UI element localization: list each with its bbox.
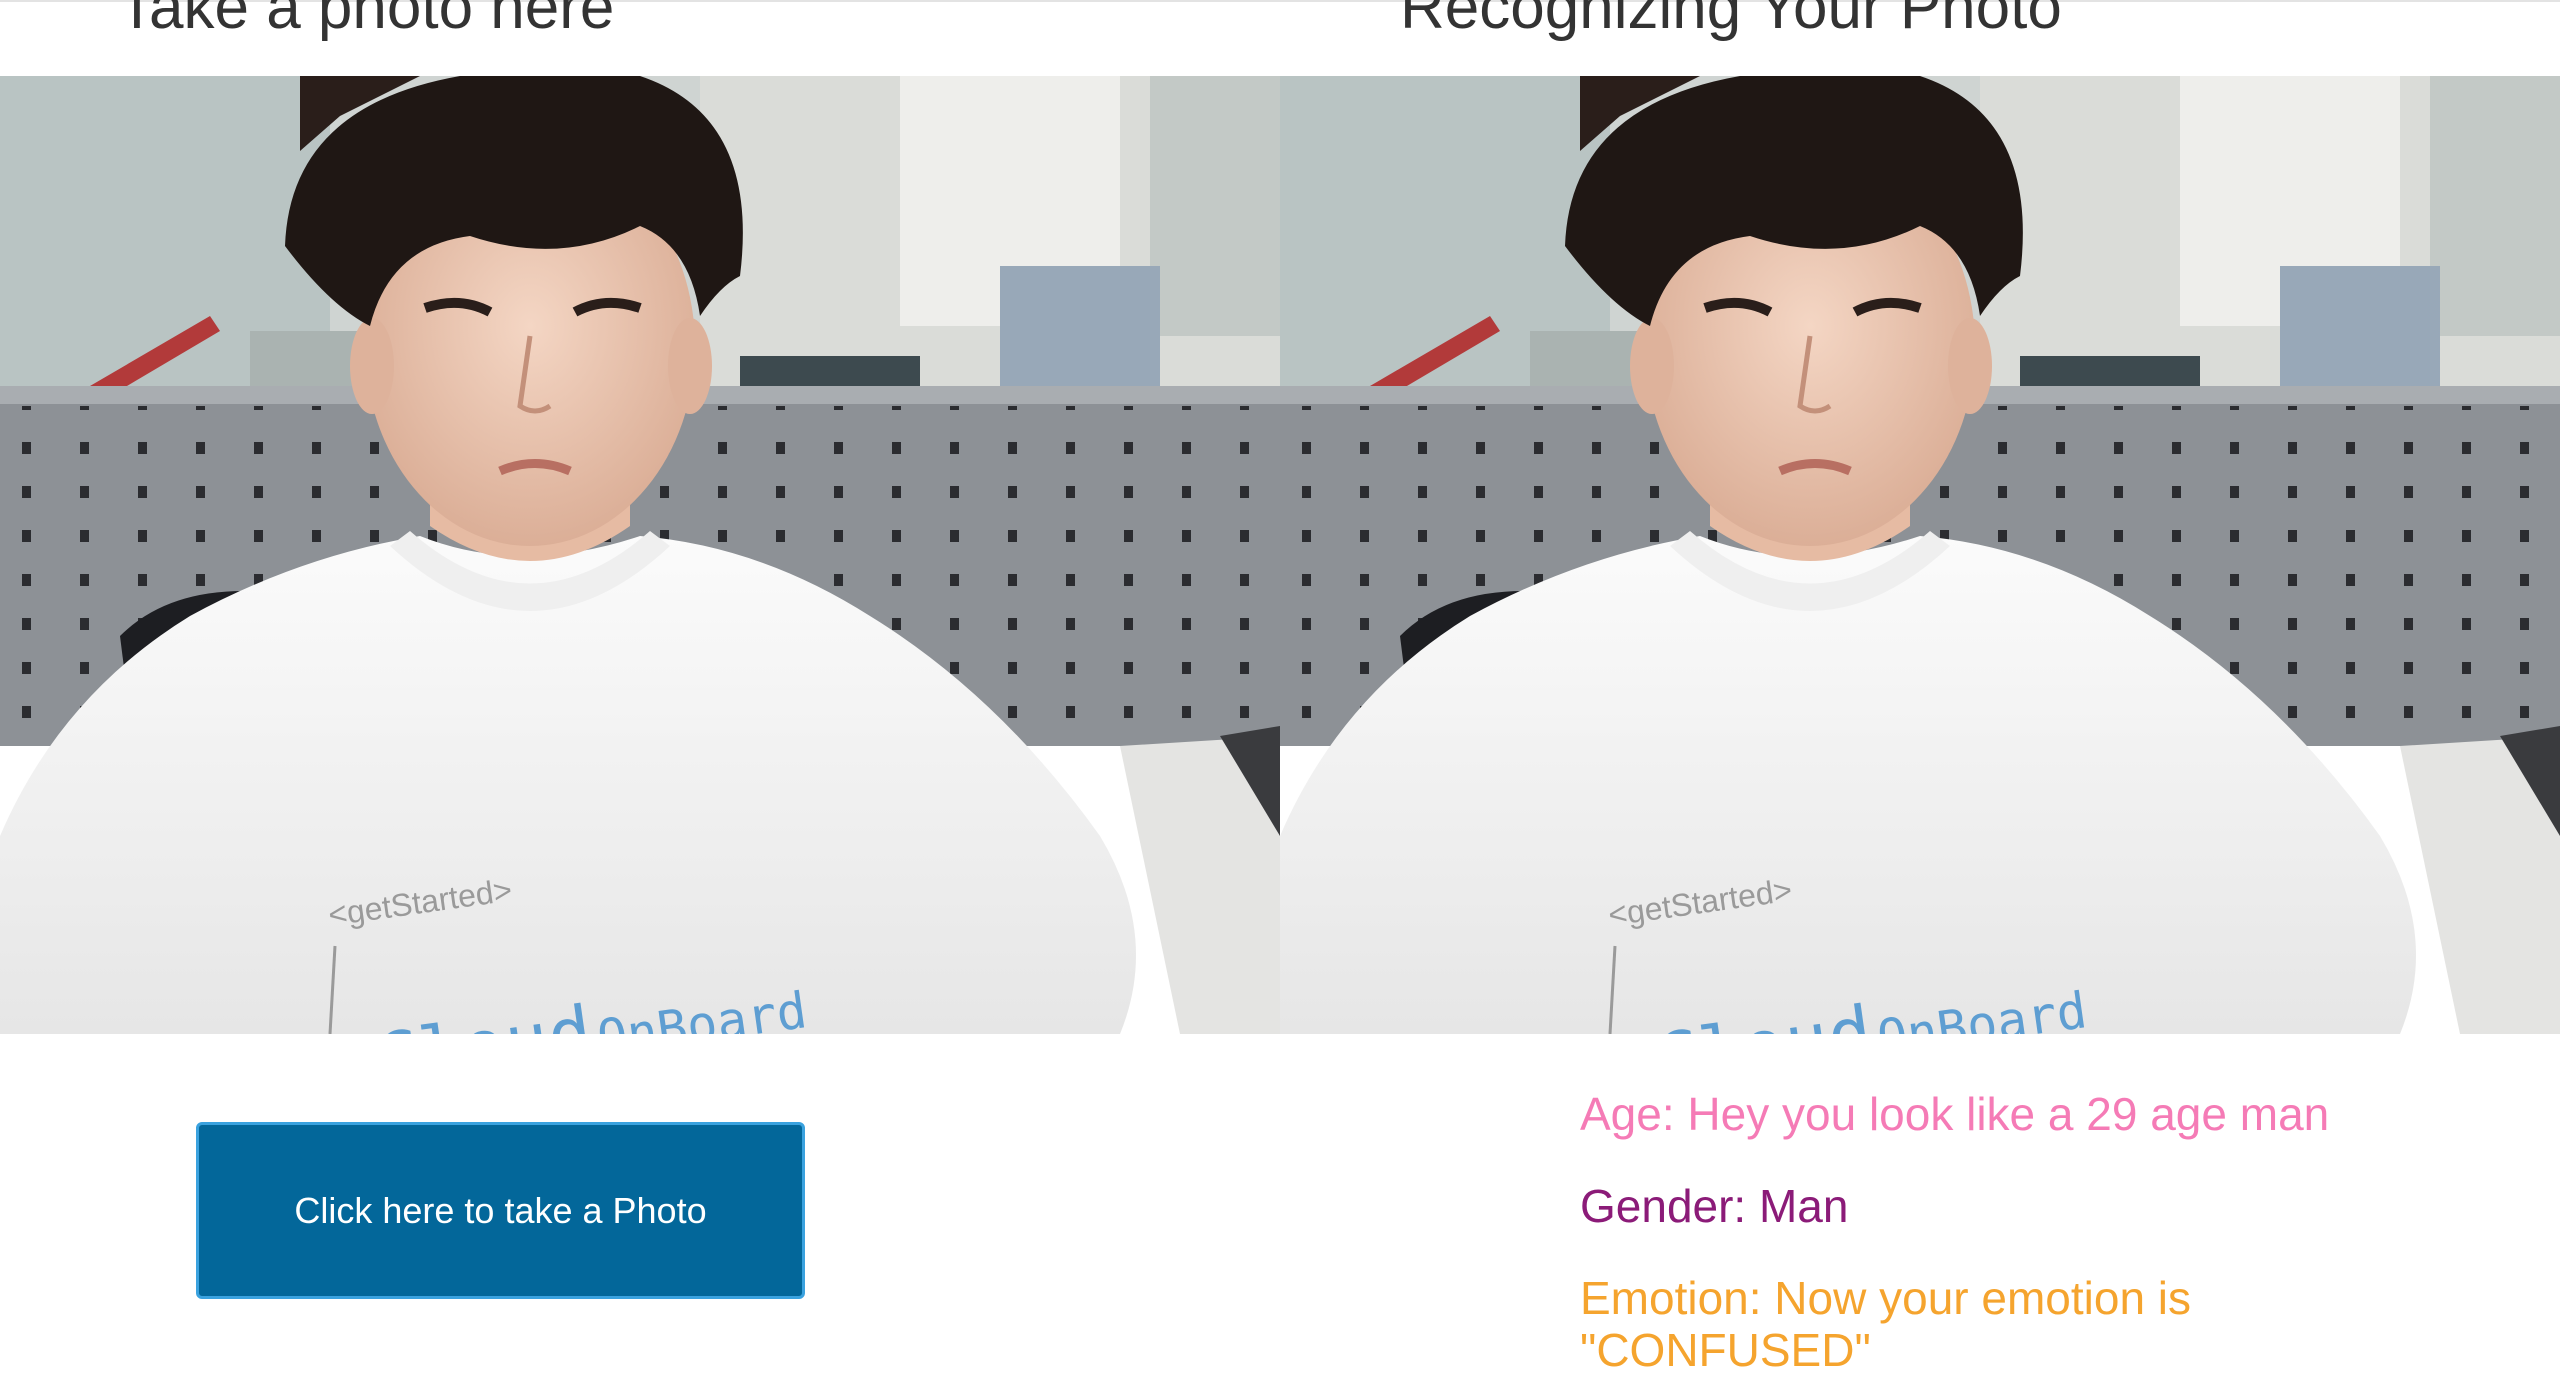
- webcam-preview: <getStarted> Cloud OnBoard: [0, 76, 1280, 1034]
- recognizing-heading: Recognizing Your Photo: [1400, 0, 2062, 42]
- emotion-result: Emotion: Now your emotion is "CONFUSED": [1580, 1272, 2191, 1376]
- emotion-result-line2: "CONFUSED": [1580, 1324, 1871, 1376]
- captured-photo: <getStarted> Cloud OnBoard: [1280, 76, 2560, 1034]
- emotion-result-line1: Emotion: Now your emotion is: [1580, 1272, 2192, 1324]
- gender-result: Gender: Man: [1580, 1180, 1849, 1232]
- take-photo-button[interactable]: Click here to take a Photo: [196, 1122, 805, 1299]
- age-result: Age: Hey you look like a 29 age man: [1580, 1088, 2330, 1140]
- take-photo-heading: Take a photo here: [118, 0, 615, 42]
